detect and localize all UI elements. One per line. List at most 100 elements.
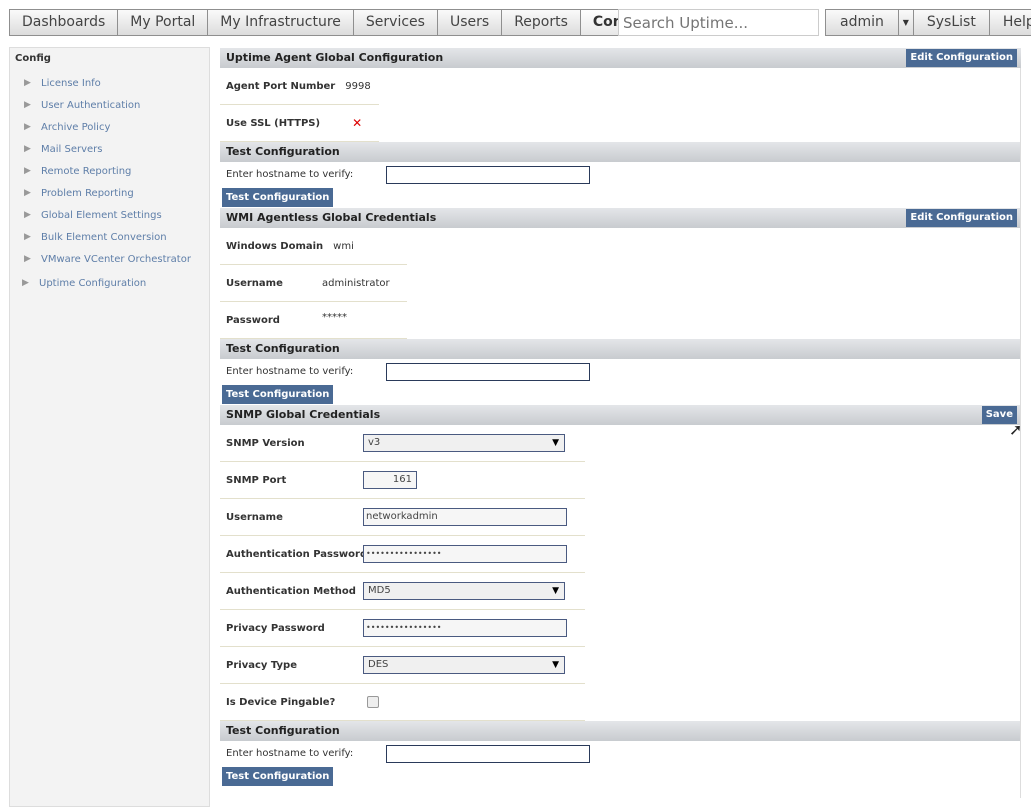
triangle-right-icon: ▶	[24, 122, 31, 132]
agent-port-row: Agent Port Number 9998	[220, 68, 379, 105]
tab-dashboards[interactable]: Dashboards	[9, 9, 119, 36]
pingable-row: Is Device Pingable?	[220, 684, 585, 721]
syslist-button[interactable]: SysList	[913, 9, 990, 36]
section-header-test: Test Configuration	[220, 721, 1021, 741]
section-header-agent: Uptime Agent Global Configuration Edit Co…	[220, 48, 1021, 68]
field-label: Username	[226, 511, 283, 523]
chevron-down-icon[interactable]: ▼	[898, 9, 914, 36]
triangle-right-icon: ▶	[24, 78, 31, 88]
hostname-input[interactable]	[386, 744, 590, 763]
section-title: SNMP Global Credentials	[226, 408, 381, 421]
sidebar-item-label: Uptime Configuration	[39, 277, 147, 289]
field-label: Agent Port Number	[226, 80, 336, 92]
wmi-password-row: Password *****	[220, 302, 407, 339]
field-label: Authentication Method	[226, 585, 356, 597]
hostname-row: Enter hostname to verify:	[220, 741, 1021, 766]
sidebar-item-archive-policy[interactable]: ▶ Archive Policy	[10, 116, 209, 138]
field-label: Enter hostname to verify:	[226, 748, 354, 759]
admin-menu-button[interactable]: admin	[825, 9, 899, 36]
mouse-cursor-icon: ➚	[1009, 420, 1023, 439]
sidebar-item-label: Bulk Element Conversion	[41, 231, 167, 243]
user-nav: admin ▼ SysList Help	[825, 9, 1031, 36]
snmp-version-select[interactable]: v3 ▼	[363, 434, 565, 452]
section-title: Uptime Agent Global Configuration	[226, 51, 444, 64]
sidebar-item-user-authentication[interactable]: ▶ User Authentication	[10, 94, 209, 116]
privacy-type-row: Privacy Type DES ▼	[220, 647, 585, 684]
snmp-username-input[interactable]: networkadmin	[363, 508, 567, 526]
privacy-type-select[interactable]: DES ▼	[363, 656, 565, 674]
wmi-username-row: Username administrator	[220, 265, 407, 302]
field-label: Password	[226, 314, 280, 326]
hostname-row: Enter hostname to verify:	[220, 359, 1021, 384]
test-configuration-button[interactable]: Test Configuration	[222, 188, 334, 207]
hostname-input[interactable]	[386, 362, 590, 381]
sidebar-item-remote-reporting[interactable]: ▶ Remote Reporting	[10, 160, 209, 182]
edit-configuration-button[interactable]: Edit Configuration	[906, 209, 1017, 227]
field-label: Privacy Password	[226, 622, 325, 634]
tab-reports[interactable]: Reports	[502, 9, 581, 36]
dropdown-arrow-icon: ▼	[552, 660, 559, 670]
triangle-right-icon: ▶	[24, 210, 31, 220]
sidebar-item-problem-reporting[interactable]: ▶ Problem Reporting	[10, 182, 209, 204]
sidebar-item-label: Global Element Settings	[41, 209, 162, 221]
sidebar-item-label: License Info	[41, 77, 101, 89]
sidebar-item-label: VMware VCenter Orchestrator	[41, 253, 191, 265]
tab-users[interactable]: Users	[437, 9, 503, 36]
field-label: Is Device Pingable?	[226, 696, 336, 708]
test-configuration-button[interactable]: Test Configuration	[222, 385, 334, 404]
section-header-wmi: WMI Agentless Global Credentials Edit Con…	[220, 208, 1021, 228]
sidebar-item-label: Mail Servers	[41, 143, 103, 155]
sidebar-item-license-info[interactable]: ▶ License Info	[10, 72, 209, 94]
section-title: WMI Agentless Global Credentials	[226, 211, 437, 224]
sidebar-item-bulk-element-conversion[interactable]: ▶ Bulk Element Conversion	[10, 226, 209, 248]
privacy-password-input[interactable]: ••••••••••••••••	[363, 619, 567, 637]
sidebar-item-global-element-settings[interactable]: ▶ Global Element Settings	[10, 204, 209, 226]
hostname-input[interactable]	[386, 165, 590, 184]
section-header-test: Test Configuration	[220, 142, 1021, 162]
triangle-right-icon: ▶	[24, 100, 31, 110]
field-label: Enter hostname to verify:	[226, 366, 354, 377]
sidebar-item-label: Archive Policy	[41, 121, 111, 133]
triangle-right-icon: ▶	[24, 144, 31, 154]
tab-my-portal[interactable]: My Portal	[118, 9, 209, 36]
field-label: Privacy Type	[226, 659, 297, 671]
help-button[interactable]: Help	[989, 9, 1031, 36]
windows-domain-value: wmi	[333, 240, 354, 252]
snmp-version-row: SNMP Version v3 ▼	[220, 425, 585, 462]
edit-configuration-button[interactable]: Edit Configuration	[906, 49, 1017, 67]
field-label: Authentication Password	[226, 548, 368, 560]
select-value: v3	[368, 437, 381, 448]
field-label: Use SSL (HTTPS)	[226, 117, 321, 129]
test-configuration-button[interactable]: Test Configuration	[222, 767, 334, 786]
auth-method-row: Authentication Method MD5 ▼	[220, 573, 585, 610]
dropdown-arrow-icon: ▼	[552, 438, 559, 448]
privacy-password-row: Privacy Password ••••••••••••••••	[220, 610, 585, 647]
x-icon: ✕	[352, 116, 363, 130]
sidebar-item-uptime-configuration[interactable]: ▶ Uptime Configuration	[10, 272, 209, 294]
use-ssl-row: Use SSL (HTTPS) ✕	[220, 105, 379, 142]
triangle-right-icon: ▶	[24, 166, 31, 176]
agent-port-value: 9998	[345, 80, 371, 92]
field-label: SNMP Version	[226, 437, 305, 449]
sidebar-item-label: User Authentication	[41, 99, 141, 111]
main-nav: Dashboards My Portal My Infrastructure S…	[9, 9, 657, 36]
search-input[interactable]	[618, 9, 819, 36]
auth-password-row: Authentication Password ••••••••••••••••	[220, 536, 585, 573]
auth-password-input[interactable]: ••••••••••••••••	[363, 545, 567, 563]
sidebar-item-label: Problem Reporting	[41, 187, 134, 199]
tab-my-infrastructure[interactable]: My Infrastructure	[208, 9, 354, 36]
snmp-port-row: SNMP Port 161	[220, 462, 585, 499]
field-label: Username	[226, 277, 283, 289]
pingable-checkbox[interactable]	[367, 696, 379, 708]
snmp-username-row: Username networkadmin	[220, 499, 585, 536]
triangle-right-icon: ▶	[24, 232, 31, 242]
triangle-right-icon: ▶	[24, 188, 31, 198]
auth-method-select[interactable]: MD5 ▼	[363, 582, 565, 600]
snmp-port-input[interactable]: 161	[363, 471, 417, 489]
sidebar-item-vmware-vcenter-orchestrator[interactable]: ▶ VMware VCenter Orchestrator	[10, 248, 209, 270]
sidebar: Config ▶ License Info ▶ User Authenticatio…	[9, 47, 210, 807]
sidebar-item-mail-servers[interactable]: ▶ Mail Servers	[10, 138, 209, 160]
tab-services[interactable]: Services	[353, 9, 438, 36]
triangle-right-icon: ▶	[24, 254, 31, 264]
section-header-snmp: SNMP Global Credentials Save	[220, 405, 1021, 425]
